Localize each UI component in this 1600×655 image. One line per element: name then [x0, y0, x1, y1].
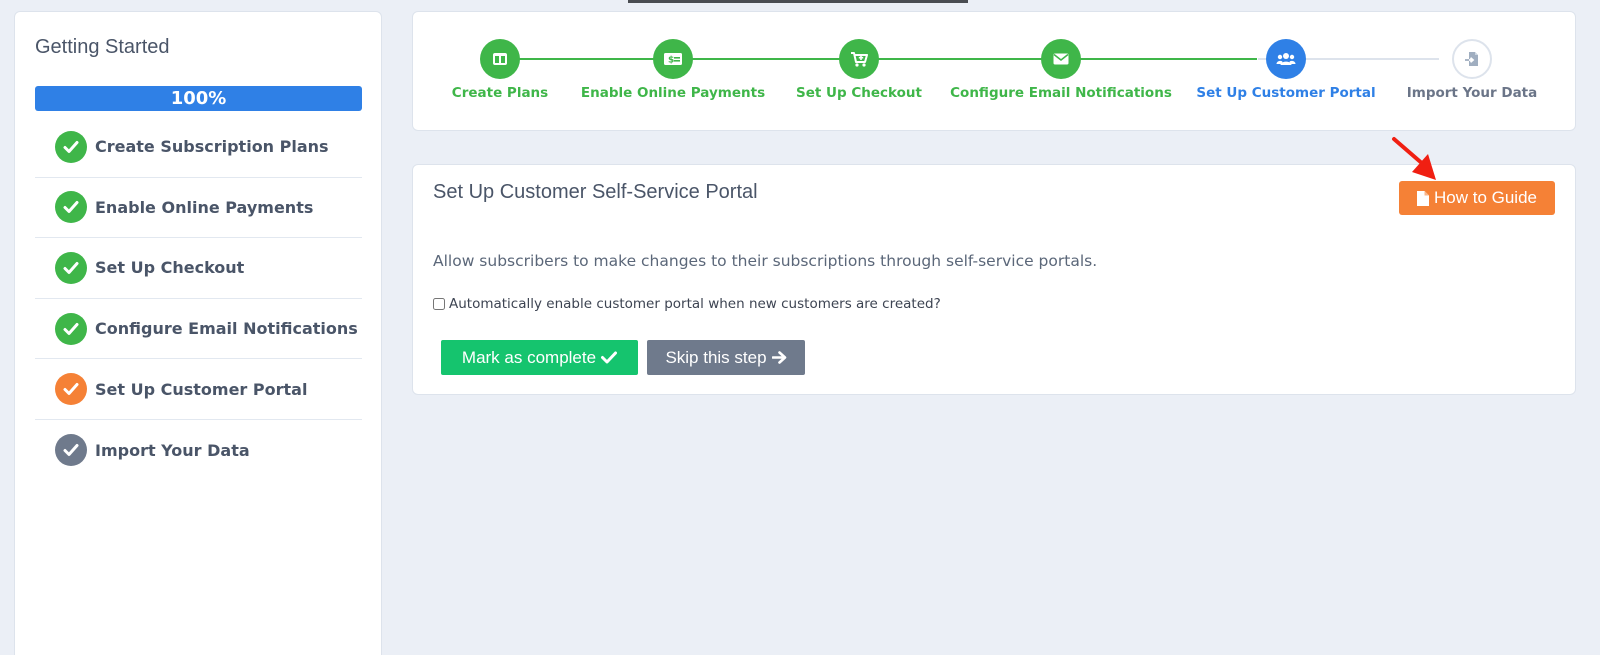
check-icon [55, 434, 87, 467]
sidebar-item-label: Enable Online Payments [95, 197, 314, 217]
stepper-label-configure-email-notifications[interactable]: Configure Email Notifications [950, 85, 1172, 101]
mark-as-complete-label: Mark as complete [461, 347, 597, 367]
envelope-icon[interactable] [1041, 39, 1081, 79]
stepper-label-import-your-data[interactable]: Import Your Data [1407, 85, 1538, 101]
sidebar-item-label: Create Subscription Plans [95, 137, 329, 157]
mark-as-complete-button[interactable]: Mark as complete [441, 340, 638, 375]
skip-step-label: Skip this step [665, 347, 767, 367]
customer-portal-card: Set Up Customer Self-Service Portal How … [412, 164, 1576, 395]
sidebar-item-label: Configure Email Notifications [95, 319, 358, 339]
how-to-guide-button[interactable]: How to Guide [1399, 181, 1555, 215]
check-icon [55, 251, 87, 284]
sidebar-item-label: Set Up Customer Portal [95, 379, 308, 399]
stepper-label-set-up-checkout[interactable]: Set Up Checkout [796, 85, 922, 101]
sidebar-item-create-subscription-plans[interactable]: Create Subscription Plans [35, 117, 362, 178]
file-icon [1417, 190, 1429, 206]
onboarding-stepper: $ Create Plans Enable Online Payments Se… [412, 11, 1576, 131]
skip-step-button[interactable]: Skip this step [647, 340, 805, 375]
auto-enable-portal-label: Automatically enable customer portal whe… [449, 296, 941, 312]
check-icon [55, 130, 87, 163]
arrow-right-icon [771, 351, 786, 364]
sidebar-item-label: Set Up Checkout [95, 258, 245, 278]
stepper-label-create-plans[interactable]: Create Plans [452, 85, 548, 101]
check-icon [601, 351, 618, 364]
auto-enable-portal-option[interactable]: Automatically enable customer portal whe… [433, 296, 941, 312]
page-title: Set Up Customer Self-Service Portal [433, 181, 758, 203]
sidebar-title: Getting Started [35, 36, 170, 58]
users-icon[interactable] [1266, 39, 1306, 79]
how-to-guide-label: How to Guide [1434, 188, 1537, 207]
stepper-label-enable-online-payments[interactable]: Enable Online Payments [581, 85, 765, 101]
sidebar-item-set-up-customer-portal[interactable]: Set Up Customer Portal [35, 359, 362, 420]
sidebar-item-import-your-data[interactable]: Import Your Data [35, 420, 362, 481]
sidebar-item-enable-online-payments[interactable]: Enable Online Payments [35, 178, 362, 239]
check-icon [55, 191, 87, 224]
sidebar-item-label: Import Your Data [95, 440, 250, 460]
top-bar-fragment [628, 0, 968, 3]
progress-fill: 100% [35, 86, 362, 111]
cart-icon[interactable] [839, 39, 879, 79]
check-icon [55, 312, 87, 345]
sidebar-steps-list: Create Subscription Plans Enable Online … [35, 117, 362, 481]
sidebar-item-configure-email-notifications[interactable]: Configure Email Notifications [35, 299, 362, 360]
svg-text:$: $ [668, 56, 674, 66]
description-text: Allow subscribers to make changes to the… [433, 252, 1098, 270]
progress-bar: 100% [35, 86, 362, 111]
money-icon[interactable]: $ [653, 39, 693, 79]
getting-started-sidebar: Getting Started 100% Create Subscription… [14, 11, 382, 655]
sidebar-item-set-up-checkout[interactable]: Set Up Checkout [35, 238, 362, 299]
plans-icon[interactable] [480, 39, 520, 79]
stepper-label-set-up-customer-portal[interactable]: Set Up Customer Portal [1196, 85, 1375, 101]
file-import-icon[interactable] [1452, 39, 1492, 79]
auto-enable-portal-checkbox[interactable] [433, 298, 445, 310]
red-arrow-annotation [1392, 137, 1436, 180]
check-icon [55, 373, 87, 406]
